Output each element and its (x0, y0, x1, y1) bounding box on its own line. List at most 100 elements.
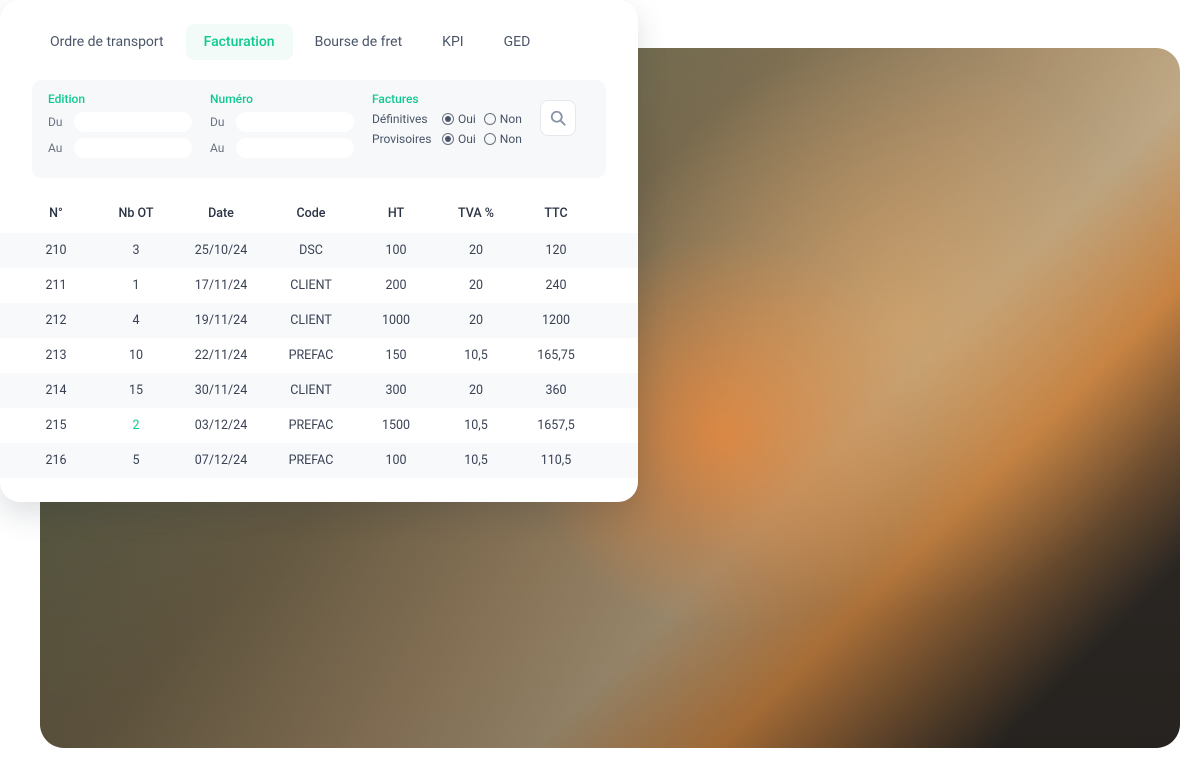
table-row[interactable]: 216507/12/24PREFAC10010,5110,5 (0, 443, 638, 478)
cell-ht: 150 (356, 348, 436, 363)
cell-date: 03/12/24 (176, 418, 266, 433)
cell-ttc: 165,75 (516, 348, 596, 363)
col-ht: HT (356, 206, 436, 221)
cell-tva: 20 (436, 313, 516, 328)
cell-nbot: 1 (96, 278, 176, 293)
definitives-non-radio[interactable]: Non (484, 112, 522, 126)
radio-icon (442, 113, 454, 125)
cell-nbot[interactable]: 2 (96, 418, 176, 433)
cell-ht: 1000 (356, 313, 436, 328)
edition-du-label: Du (48, 115, 68, 129)
table-body: 210325/10/24DSC10020120211117/11/24CLIEN… (0, 233, 638, 478)
numero-au-label: Au (210, 141, 230, 155)
edition-au-input[interactable] (74, 138, 192, 158)
numero-au-input[interactable] (236, 138, 354, 158)
tab-kpi[interactable]: KPI (424, 24, 481, 60)
cell-date: 25/10/24 (176, 243, 266, 258)
cell-nbot: 15 (96, 383, 176, 398)
radio-icon (442, 133, 454, 145)
cell-num: 216 (16, 453, 96, 468)
definitives-oui-radio[interactable]: Oui (442, 112, 476, 126)
col-code: Code (266, 206, 356, 221)
tab-bar: Ordre de transport Facturation Bourse de… (0, 24, 638, 72)
filter-bar: Edition Du Au Numéro Du Au Factures (32, 80, 606, 178)
edition-du-input[interactable] (74, 112, 192, 132)
provisoires-non-radio[interactable]: Non (484, 132, 522, 146)
cell-ht: 100 (356, 243, 436, 258)
cell-num: 210 (16, 243, 96, 258)
cell-tva: 10,5 (436, 348, 516, 363)
cell-ttc: 1200 (516, 313, 596, 328)
tab-ged[interactable]: GED (486, 24, 549, 60)
table-row[interactable]: 211117/11/24CLIENT20020240 (0, 268, 638, 303)
radio-oui-label: Oui (458, 112, 476, 126)
cell-ht: 100 (356, 453, 436, 468)
provisoires-oui-radio[interactable]: Oui (442, 132, 476, 146)
radio-non-label: Non (500, 112, 522, 126)
radio-icon (484, 133, 496, 145)
cell-tva: 10,5 (436, 418, 516, 433)
cell-tva: 10,5 (436, 453, 516, 468)
cell-num: 212 (16, 313, 96, 328)
table-row[interactable]: 212419/11/24CLIENT1000201200 (0, 303, 638, 338)
filter-factures: Factures Définitives Oui Non Provisoires… (372, 92, 522, 152)
col-date: Date (176, 206, 266, 221)
cell-ttc: 240 (516, 278, 596, 293)
cell-nbot: 10 (96, 348, 176, 363)
radio-icon (484, 113, 496, 125)
table-row[interactable]: 210325/10/24DSC10020120 (0, 233, 638, 268)
cell-code: PREFAC (266, 418, 356, 433)
factures-provisoires-label: Provisoires (372, 132, 434, 146)
filter-factures-title: Factures (372, 92, 522, 106)
numero-du-input[interactable] (236, 112, 354, 132)
cell-ht: 1500 (356, 418, 436, 433)
tab-facturation[interactable]: Facturation (186, 24, 293, 60)
cell-code: CLIENT (266, 383, 356, 398)
table-row[interactable]: 215203/12/24PREFAC150010,51657,5 (0, 408, 638, 443)
col-ttc: TTC (516, 206, 596, 221)
cell-num: 211 (16, 278, 96, 293)
filter-edition: Edition Du Au (48, 92, 192, 164)
filter-numero-title: Numéro (210, 92, 354, 106)
cell-num: 213 (16, 348, 96, 363)
cell-tva: 20 (436, 278, 516, 293)
cell-date: 17/11/24 (176, 278, 266, 293)
filter-edition-title: Edition (48, 92, 192, 106)
cell-ttc: 360 (516, 383, 596, 398)
table-row[interactable]: 2141530/11/24CLIENT30020360 (0, 373, 638, 408)
invoicing-panel: Ordre de transport Facturation Bourse de… (0, 0, 638, 502)
radio-non-label: Non (500, 132, 522, 146)
cell-nbot: 3 (96, 243, 176, 258)
cell-code: CLIENT (266, 313, 356, 328)
cell-nbot: 4 (96, 313, 176, 328)
cell-code: CLIENT (266, 278, 356, 293)
cell-ttc: 110,5 (516, 453, 596, 468)
cell-ttc: 120 (516, 243, 596, 258)
cell-nbot: 5 (96, 453, 176, 468)
search-icon (548, 108, 568, 128)
cell-date: 19/11/24 (176, 313, 266, 328)
col-num: N° (16, 206, 96, 221)
table-row[interactable]: 2131022/11/24PREFAC15010,5165,75 (0, 338, 638, 373)
tab-ordre-transport[interactable]: Ordre de transport (32, 24, 182, 60)
edition-au-label: Au (48, 141, 68, 155)
cell-ttc: 1657,5 (516, 418, 596, 433)
cell-date: 22/11/24 (176, 348, 266, 363)
cell-num: 215 (16, 418, 96, 433)
col-nbot: Nb OT (96, 206, 176, 221)
cell-code: PREFAC (266, 453, 356, 468)
cell-tva: 20 (436, 243, 516, 258)
tab-bourse-fret[interactable]: Bourse de fret (297, 24, 421, 60)
cell-ht: 200 (356, 278, 436, 293)
cell-date: 07/12/24 (176, 453, 266, 468)
filter-numero: Numéro Du Au (210, 92, 354, 164)
search-button[interactable] (540, 100, 576, 136)
cell-date: 30/11/24 (176, 383, 266, 398)
cell-ht: 300 (356, 383, 436, 398)
cell-num: 214 (16, 383, 96, 398)
radio-oui-label: Oui (458, 132, 476, 146)
col-tva: TVA % (436, 206, 516, 221)
cell-code: PREFAC (266, 348, 356, 363)
cell-code: DSC (266, 243, 356, 258)
factures-definitives-label: Définitives (372, 112, 434, 126)
